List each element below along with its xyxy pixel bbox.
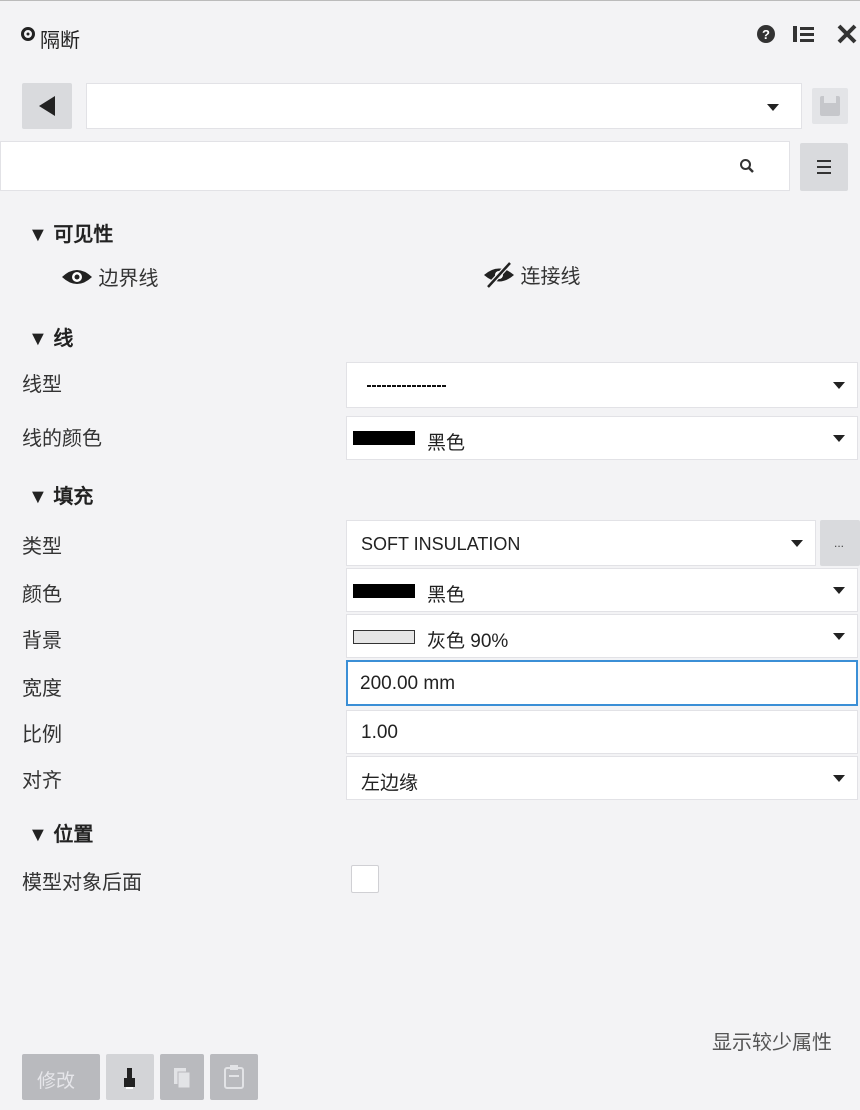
chevron-down-icon — [791, 540, 803, 547]
clipboard-icon — [224, 1065, 244, 1089]
search-input[interactable] — [13, 152, 697, 182]
chevron-down-icon — [833, 775, 845, 782]
fill-width-label: 宽度 — [22, 678, 62, 700]
line-type-preview — [367, 385, 447, 387]
chevron-down-icon — [767, 104, 779, 111]
color-swatch — [353, 431, 415, 445]
color-swatch — [353, 630, 415, 644]
color-swatch — [353, 584, 415, 598]
brush-button[interactable] — [106, 1054, 154, 1100]
list-icon[interactable] — [792, 24, 816, 49]
fill-width-input[interactable]: 200.00 mm — [346, 660, 858, 706]
behind-model-checkbox[interactable] — [351, 865, 379, 893]
fill-type-more-button[interactable]: ... — [820, 520, 860, 566]
boundary-label: 边界线 — [98, 268, 159, 290]
fill-color-value: 黑色 — [427, 585, 466, 606]
fill-type-label: 类型 — [22, 536, 62, 558]
connector-visibility-toggle[interactable]: 连接线 — [482, 260, 580, 289]
chevron-down-icon — [833, 382, 845, 389]
fill-align-value: 左边缘 — [361, 773, 419, 794]
modify-label: 修改 — [37, 1071, 76, 1092]
copy-icon — [174, 1068, 191, 1089]
eye-off-icon — [484, 260, 514, 289]
fill-align-label: 对齐 — [22, 770, 62, 792]
element-selector[interactable] — [86, 83, 802, 129]
boundary-visibility-toggle[interactable]: 边界线 — [60, 262, 158, 291]
svg-text:?: ? — [762, 27, 770, 42]
fill-scale-value: 1.00 — [361, 722, 398, 743]
section-line-title[interactable]: ▼ 线 — [28, 322, 73, 351]
save-button[interactable] — [812, 88, 848, 124]
line-color-dropdown[interactable]: 黑色 — [346, 416, 858, 460]
line-color-label: 线的颜色 — [22, 428, 102, 450]
gear-icon[interactable] — [20, 26, 36, 47]
line-type-dropdown[interactable] — [346, 362, 858, 408]
connector-label: 连接线 — [520, 266, 581, 288]
search-field[interactable] — [0, 141, 790, 191]
back-button[interactable] — [22, 83, 72, 129]
paste-button[interactable] — [210, 1054, 258, 1100]
line-color-value: 黑色 — [427, 433, 466, 454]
eye-icon — [62, 269, 92, 284]
help-icon[interactable]: ? — [756, 24, 776, 49]
hamburger-icon — [817, 160, 831, 174]
chevron-down-icon — [833, 633, 845, 640]
modify-button[interactable]: 修改 — [22, 1054, 100, 1100]
line-type-label: 线型 — [22, 374, 62, 396]
fill-scale-input[interactable]: 1.00 — [346, 710, 858, 754]
copy-button[interactable] — [160, 1054, 204, 1100]
brush-icon — [124, 1068, 135, 1089]
show-less-properties-link[interactable]: 显示较少属性 — [712, 1026, 832, 1055]
section-position-title[interactable]: ▼ 位置 — [28, 818, 93, 847]
section-visibility-title[interactable]: ▼ 可见性 — [28, 218, 113, 247]
close-icon[interactable] — [836, 24, 858, 49]
more-label: ... — [834, 536, 845, 550]
panel-title: 隔断 — [40, 30, 80, 52]
search-icon[interactable] — [739, 158, 755, 179]
fill-align-dropdown[interactable]: 左边缘 — [346, 756, 858, 800]
chevron-down-icon — [833, 435, 845, 442]
fill-bg-label: 背景 — [22, 630, 62, 652]
fill-color-label: 颜色 — [22, 584, 62, 606]
section-fill-title[interactable]: ▼ 填充 — [28, 480, 93, 509]
fill-scale-label: 比例 — [22, 724, 62, 746]
fill-type-value: SOFT INSULATION — [361, 534, 521, 554]
fill-type-dropdown[interactable]: SOFT INSULATION — [346, 520, 816, 566]
chevron-down-icon — [833, 587, 845, 594]
fill-bg-value: 灰色 90% — [427, 631, 509, 652]
fill-width-value: 200.00 mm — [360, 673, 456, 694]
menu-button[interactable] — [800, 143, 848, 191]
triangle-left-icon — [39, 96, 55, 116]
fill-color-dropdown[interactable]: 黑色 — [346, 568, 858, 612]
fill-bg-dropdown[interactable]: 灰色 90% — [346, 614, 858, 658]
save-icon — [820, 96, 840, 116]
panel-header — [0, 0, 860, 79]
behind-model-label: 模型对象后面 — [22, 872, 142, 894]
